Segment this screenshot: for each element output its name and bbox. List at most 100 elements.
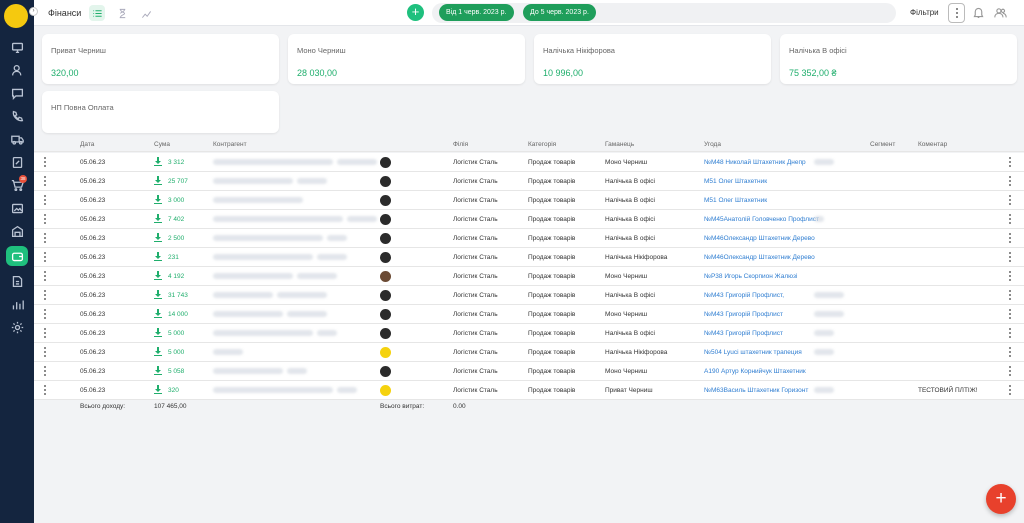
row-actions-icon[interactable] (1008, 176, 1012, 186)
row-menu-icon[interactable] (43, 214, 47, 224)
avatar[interactable] (380, 195, 391, 206)
avatar[interactable] (380, 271, 391, 282)
table-row[interactable]: 05.06.23 2 500 Логістик Сталь Продаж товарі… (34, 229, 1024, 248)
chart-icon[interactable] (138, 5, 154, 21)
settings-icon[interactable] (6, 317, 28, 337)
table-row[interactable]: 05.06.23 3 000 Логістик Сталь Продаж товарі… (34, 191, 1024, 210)
avatar[interactable] (380, 233, 391, 244)
column-header[interactable]: Філія (453, 141, 468, 148)
wallet-card-nikiforova[interactable]: Налічька Нікіфорова 10 996,00 (534, 34, 771, 84)
avatar[interactable] (380, 366, 391, 377)
row-menu-icon[interactable] (43, 252, 47, 262)
row-deal-link[interactable]: №М43 Григорій Профлист (704, 311, 783, 318)
sidebar-toggle-button[interactable]: › (29, 7, 38, 16)
table-row[interactable]: 05.06.23 3 312 Логістик Сталь Продаж товарі… (34, 153, 1024, 172)
row-deal-link[interactable]: М51 Олег Штахетник (704, 178, 767, 185)
avatar[interactable] (380, 176, 391, 187)
row-actions-icon[interactable] (1008, 328, 1012, 338)
row-menu-icon[interactable] (43, 271, 47, 281)
row-deal-link[interactable]: №М46Олександр Штахетник Дерево (704, 254, 815, 261)
table-row[interactable]: 05.06.23 25 707 Логістик Сталь Продаж товар… (34, 172, 1024, 191)
avatar[interactable] (380, 385, 391, 396)
row-actions-icon[interactable] (1008, 271, 1012, 281)
row-menu-icon[interactable] (43, 233, 47, 243)
avatar[interactable] (380, 214, 391, 225)
cart-icon[interactable]: 38 (6, 175, 28, 195)
wallet-card-mono[interactable]: Моно Черниш 28 030,00 (288, 34, 525, 84)
table-row[interactable]: 05.06.23 31 743 Логістик Сталь Продаж товар… (34, 286, 1024, 305)
column-header[interactable]: Сума (154, 141, 170, 148)
row-actions-icon[interactable] (1008, 214, 1012, 224)
row-actions-icon[interactable] (1008, 157, 1012, 167)
truck-icon[interactable] (6, 129, 28, 149)
column-header[interactable]: Дата (80, 141, 94, 148)
wallet-card-office[interactable]: Налічька В офісі 75 352,00 ₴ (780, 34, 1017, 84)
row-deal-link[interactable]: №Р38 Игорь Скорпион Жалюзі (704, 273, 797, 280)
row-menu-icon[interactable] (43, 366, 47, 376)
add-button[interactable]: + (407, 4, 424, 21)
row-menu-icon[interactable] (43, 176, 47, 186)
company-logo[interactable] (4, 4, 28, 28)
invoice-icon[interactable] (6, 271, 28, 291)
row-deal-link[interactable]: №504 Lyuci штахетник трапеция (704, 349, 802, 356)
document-edit-icon[interactable] (6, 152, 28, 172)
avatar[interactable] (380, 328, 391, 339)
analytics-icon[interactable] (6, 294, 28, 314)
row-actions-icon[interactable] (1008, 366, 1012, 376)
user-icon[interactable] (6, 60, 28, 80)
row-actions-icon[interactable] (1008, 347, 1012, 357)
row-menu-icon[interactable] (43, 347, 47, 357)
users-icon[interactable] (994, 6, 1007, 19)
table-row[interactable]: 05.06.23 320 Логістик Сталь Продаж товарів П… (34, 381, 1024, 400)
column-header[interactable]: Сегмент (870, 141, 895, 148)
wallet-icon[interactable] (6, 246, 28, 266)
table-row[interactable]: 05.06.23 14 000 Логістик Сталь Продаж товар… (34, 305, 1024, 324)
table-row[interactable]: 05.06.23 7 402 Логістик Сталь Продаж товарі… (34, 210, 1024, 229)
filter-toggle-button[interactable] (948, 3, 965, 23)
row-deal-link[interactable]: №М63Василь Штахетник Горизонт (704, 387, 808, 394)
wallet-card-np[interactable]: НП Повна Оплата (42, 91, 279, 133)
row-menu-icon[interactable] (43, 195, 47, 205)
date-from-chip[interactable]: Від 1 черв. 2023 р. (439, 4, 514, 21)
row-actions-icon[interactable] (1008, 309, 1012, 319)
table-row[interactable]: 05.06.23 5 000 Логістик Сталь Продаж товарі… (34, 343, 1024, 362)
avatar[interactable] (380, 309, 391, 320)
filters-label[interactable]: Фільтри (910, 8, 939, 17)
row-deal-link[interactable]: А190 Артур Корнийчук Штахетник (704, 368, 806, 375)
row-menu-icon[interactable] (43, 290, 47, 300)
floating-add-button[interactable]: + (986, 484, 1016, 514)
hourglass-icon[interactable] (114, 5, 130, 21)
avatar[interactable] (380, 157, 391, 168)
row-deal-link[interactable]: №М43 Григорій Профлист, (704, 292, 784, 299)
row-deal-link[interactable]: №М45Анатолій Головченко Профлист (704, 216, 819, 223)
bell-icon[interactable] (972, 6, 985, 19)
avatar[interactable] (380, 252, 391, 263)
table-row[interactable]: 05.06.23 5 058 Логістик Сталь Продаж товарі… (34, 362, 1024, 381)
date-to-chip[interactable]: До 5 черв. 2023 р. (523, 4, 596, 21)
column-header[interactable]: Категорія (528, 141, 556, 148)
wallet-card-privat[interactable]: Приват Черниш 320,00 (42, 34, 279, 84)
warehouse-icon[interactable] (6, 221, 28, 241)
table-row[interactable]: 05.06.23 231 Логістик Сталь Продаж товарів Н… (34, 248, 1024, 267)
avatar[interactable] (380, 347, 391, 358)
row-deal-link[interactable]: М51 Олег Штахетник (704, 197, 767, 204)
column-header[interactable]: Контрагент (213, 141, 247, 148)
column-header[interactable]: Угода (704, 141, 721, 148)
chat-icon[interactable] (6, 83, 28, 103)
image-icon[interactable] (6, 198, 28, 218)
table-row[interactable]: 05.06.23 5 000 Логістик Сталь Продаж товарі… (34, 324, 1024, 343)
row-actions-icon[interactable] (1008, 233, 1012, 243)
row-actions-icon[interactable] (1008, 385, 1012, 395)
list-view-icon[interactable] (89, 5, 105, 21)
row-menu-icon[interactable] (43, 309, 47, 319)
row-deal-link[interactable]: №М43 Григорій Профлист (704, 330, 783, 337)
row-deal-link[interactable]: №М48 Николай Штахетник Днепр (704, 159, 806, 166)
row-menu-icon[interactable] (43, 328, 47, 338)
phone-icon[interactable] (6, 106, 28, 126)
row-deal-link[interactable]: №М46Олександр Штахетник Дерево (704, 235, 815, 242)
column-header[interactable]: Коментар (918, 141, 947, 148)
row-actions-icon[interactable] (1008, 290, 1012, 300)
table-row[interactable]: 05.06.23 4 192 Логістик Сталь Продаж товарі… (34, 267, 1024, 286)
column-header[interactable]: Гаманець (605, 141, 634, 148)
avatar[interactable] (380, 290, 391, 301)
